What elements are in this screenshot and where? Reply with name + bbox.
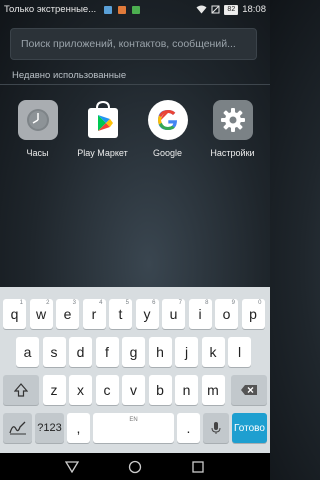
battery-icon: 82 [224,4,239,15]
key-label: w [35,306,47,322]
keyboard-row-2: a s d f g h j k l [0,337,270,367]
status-bar: Только экстренные... 82 18:08 [0,0,270,19]
key-z[interactable]: z [42,375,66,405]
key-number: 7 [178,300,182,306]
key-s[interactable]: s [42,337,66,367]
key-q[interactable]: q1 [3,299,26,329]
gallery-notification-icon [118,5,127,14]
key-h[interactable]: h [148,337,172,367]
key-label: r [91,306,97,322]
settings-icon [212,100,253,140]
key-f[interactable]: f [95,337,119,367]
key-label: e [63,306,72,322]
back-button[interactable] [62,457,82,477]
shift-key[interactable] [3,375,39,405]
home-icon [128,460,142,473]
backspace-key[interactable] [231,375,267,405]
play-store-icon [83,100,123,140]
key-number: 5 [125,300,129,306]
key-w[interactable]: w2 [29,299,53,329]
key-label: t [118,306,123,322]
key-b[interactable]: b [148,375,172,405]
space-key[interactable]: EN [93,413,174,443]
navigation-bar [0,453,270,480]
recents-icon [192,460,204,473]
key-number: 3 [72,300,76,306]
key-d[interactable]: d [69,337,92,367]
key-i[interactable]: i8 [188,299,212,329]
app-settings[interactable]: Настройки [201,100,265,164]
carrier-text: Только экстренные... [4,4,97,15]
handwriting-icon [8,421,26,435]
key-k[interactable]: k [201,337,225,367]
app-label: Google [152,148,183,158]
key-c[interactable]: c [95,375,119,405]
app-google[interactable]: Google [136,100,200,164]
clock-icon [17,100,58,140]
keyboard-row-3: z x c v b n m [0,375,270,405]
key-label: o [222,306,231,322]
shift-icon [14,383,28,397]
key-j[interactable]: j [175,337,198,367]
google-icon [147,100,188,140]
mail-notification-icon [132,5,141,14]
notification-icons [104,5,141,14]
key-number: 2 [46,300,50,306]
key-v[interactable]: v [122,375,145,405]
home-button[interactable] [125,457,145,477]
key-m[interactable]: m [201,375,225,405]
search-box[interactable] [10,28,257,60]
key-number: 4 [99,300,103,306]
microphone-icon [211,422,221,434]
app-label: Часы [26,148,49,158]
back-icon [64,460,79,473]
recents-button[interactable] [188,457,208,477]
app-label: Play Маркет [77,148,128,158]
key-a[interactable]: a [16,337,39,367]
key-t[interactable]: t5 [109,299,132,329]
key-label: q [10,306,19,322]
key-label: u [169,306,178,322]
clock-time: 18:08 [242,4,266,15]
key-p[interactable]: p0 [241,299,265,329]
app-clock[interactable]: Часы [6,100,70,164]
key-g[interactable]: g [122,337,145,367]
key-o[interactable]: o9 [215,299,238,329]
keyboard-row-4: ?123 , EN . Готово [0,413,270,443]
key-label: p [249,306,257,322]
wifi-icon [196,5,207,14]
backspace-icon [241,385,257,395]
key-n[interactable]: n [175,375,198,405]
search-input[interactable] [21,38,246,50]
handwriting-key[interactable] [3,413,32,443]
key-number: 8 [205,300,209,306]
keyboard: q1 w2 e3 r4 t5 y6 u7 i8 o9 p0 a s d f g … [0,287,270,453]
key-l[interactable]: l [228,337,251,367]
symbols-key[interactable]: ?123 [35,413,64,443]
mute-icon [211,5,220,14]
key-number: 0 [258,300,262,306]
key-r[interactable]: r4 [82,299,106,329]
key-label: i [198,306,202,322]
app-play-store[interactable]: Play Маркет [71,100,135,164]
mic-key[interactable] [203,413,229,443]
app-label: Настройки [210,148,255,158]
message-notification-icon [104,5,113,14]
key-number: 9 [231,300,235,306]
divider [0,84,270,85]
key-e[interactable]: e3 [56,299,79,329]
comma-key[interactable]: , [67,413,90,443]
period-key[interactable]: . [177,413,200,443]
recent-apps: Часы Play Маркет Google Настройки [0,100,270,164]
recent-header: Недавно использованные [12,70,127,81]
key-number: 1 [19,300,23,306]
done-button[interactable]: Готово [232,413,267,443]
key-u[interactable]: u7 [162,299,185,329]
keyboard-row-1: q1 w2 e3 r4 t5 y6 u7 i8 o9 p0 [0,299,270,329]
key-y[interactable]: y6 [135,299,159,329]
key-label: y [143,306,151,322]
key-x[interactable]: x [69,375,92,405]
key-number: 6 [152,300,156,306]
language-label: EN [129,417,138,423]
